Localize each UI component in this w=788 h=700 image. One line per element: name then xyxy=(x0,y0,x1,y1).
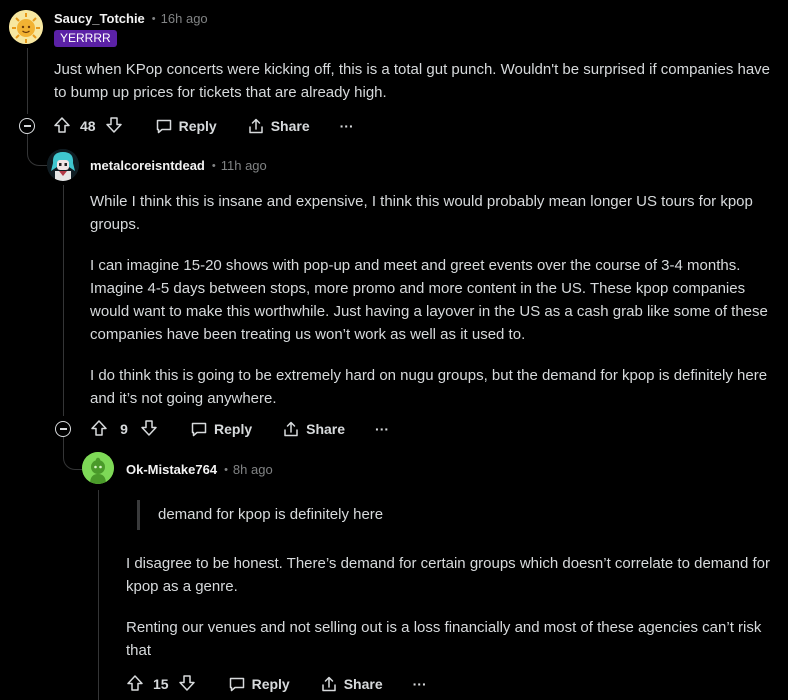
timestamp[interactable]: 16h ago xyxy=(161,11,208,26)
comment-paragraph: Renting our venues and not selling out i… xyxy=(126,619,762,659)
author-name[interactable]: metalcoreisntdead xyxy=(90,158,205,173)
reply-button[interactable]: Reply xyxy=(155,117,217,135)
block-quote: demand for kpop is definitely here xyxy=(137,500,383,530)
more-options-button[interactable]: ··· xyxy=(375,421,389,437)
comment-paragraph: I do think this is going to be extremely… xyxy=(90,367,768,407)
meta-separator: • xyxy=(211,159,216,172)
comment-paragraph: I can imagine 15-20 shows with pop-up an… xyxy=(90,257,768,343)
reply-button[interactable]: Reply xyxy=(190,420,252,438)
avatar[interactable] xyxy=(82,452,114,484)
comment-meta: Ok-Mistake764 • 8h ago xyxy=(126,462,273,477)
downvote-icon[interactable] xyxy=(105,116,123,137)
comment-meta: metalcoreisntdead • 11h ago xyxy=(90,158,267,173)
timestamp[interactable]: 8h ago xyxy=(233,462,273,477)
vote-score: 15 xyxy=(153,676,169,692)
share-icon xyxy=(320,675,338,693)
thread-line-level3 xyxy=(98,490,99,700)
reply-label: Reply xyxy=(178,118,217,134)
share-label: Share xyxy=(270,118,310,134)
comment-body: I disagree to be honest. There’s demand … xyxy=(126,552,776,662)
comment-paragraph: I disagree to be honest. There’s demand … xyxy=(126,555,770,595)
comment-paragraph: Just when KPop concerts were kicking off… xyxy=(54,61,771,101)
comment-meta: Saucy_Totchie • 16h ago xyxy=(54,11,208,26)
comment-actions: 9 Reply Share ··· xyxy=(90,416,389,442)
author-name[interactable]: Saucy_Totchie xyxy=(54,11,145,26)
downvote-icon[interactable] xyxy=(178,674,196,695)
vote-score: 48 xyxy=(80,118,96,134)
share-button[interactable]: Share xyxy=(320,675,383,693)
share-label: Share xyxy=(306,421,346,437)
comment-bubble-icon xyxy=(155,117,173,135)
comment-paragraph: While I think this is insane and expensi… xyxy=(90,193,753,233)
share-button[interactable]: Share xyxy=(282,420,345,438)
avatar[interactable] xyxy=(47,149,79,181)
share-button[interactable]: Share xyxy=(247,117,310,135)
reply-button[interactable]: Reply xyxy=(228,675,290,693)
meta-separator: • xyxy=(224,463,228,476)
more-options-icon: ··· xyxy=(339,118,354,134)
thread-line-level1 xyxy=(27,48,28,114)
user-flair: YERRRR xyxy=(54,30,117,47)
comment-bubble-icon xyxy=(228,675,246,693)
vote-score: 9 xyxy=(120,421,128,437)
comment-actions: 48 Reply Share ··· xyxy=(53,113,354,139)
thread-elbow-level2 xyxy=(63,437,84,470)
avatar[interactable] xyxy=(9,10,43,44)
comment-bubble-icon xyxy=(190,420,208,438)
upvote-icon[interactable] xyxy=(90,419,108,440)
share-icon xyxy=(247,117,265,135)
vote-controls: 9 xyxy=(90,419,158,440)
reply-label: Reply xyxy=(214,421,253,437)
more-options-button[interactable]: ··· xyxy=(413,676,427,692)
collapse-thread-button[interactable] xyxy=(19,118,35,134)
comment-body: While I think this is insane and expensi… xyxy=(90,190,780,410)
upvote-icon[interactable] xyxy=(53,116,71,137)
vote-controls: 48 xyxy=(53,116,123,137)
more-options-icon: ··· xyxy=(412,676,427,692)
reply-label: Reply xyxy=(251,676,290,692)
timestamp[interactable]: 11h ago xyxy=(221,158,267,173)
share-label: Share xyxy=(343,676,383,692)
more-options-icon: ··· xyxy=(375,421,390,437)
collapse-thread-button[interactable] xyxy=(55,421,71,437)
downvote-icon[interactable] xyxy=(140,419,158,440)
thread-line-level2 xyxy=(63,185,64,416)
meta-separator: • xyxy=(151,12,156,25)
vote-controls: 15 xyxy=(126,674,196,695)
author-name[interactable]: Ok-Mistake764 xyxy=(126,462,217,477)
share-icon xyxy=(282,420,300,438)
comment-body: Just when KPop concerts were kicking off… xyxy=(54,58,779,104)
upvote-icon[interactable] xyxy=(126,674,144,695)
comment-actions: 15 Reply Share ··· xyxy=(126,671,427,697)
more-options-button[interactable]: ··· xyxy=(340,118,354,134)
